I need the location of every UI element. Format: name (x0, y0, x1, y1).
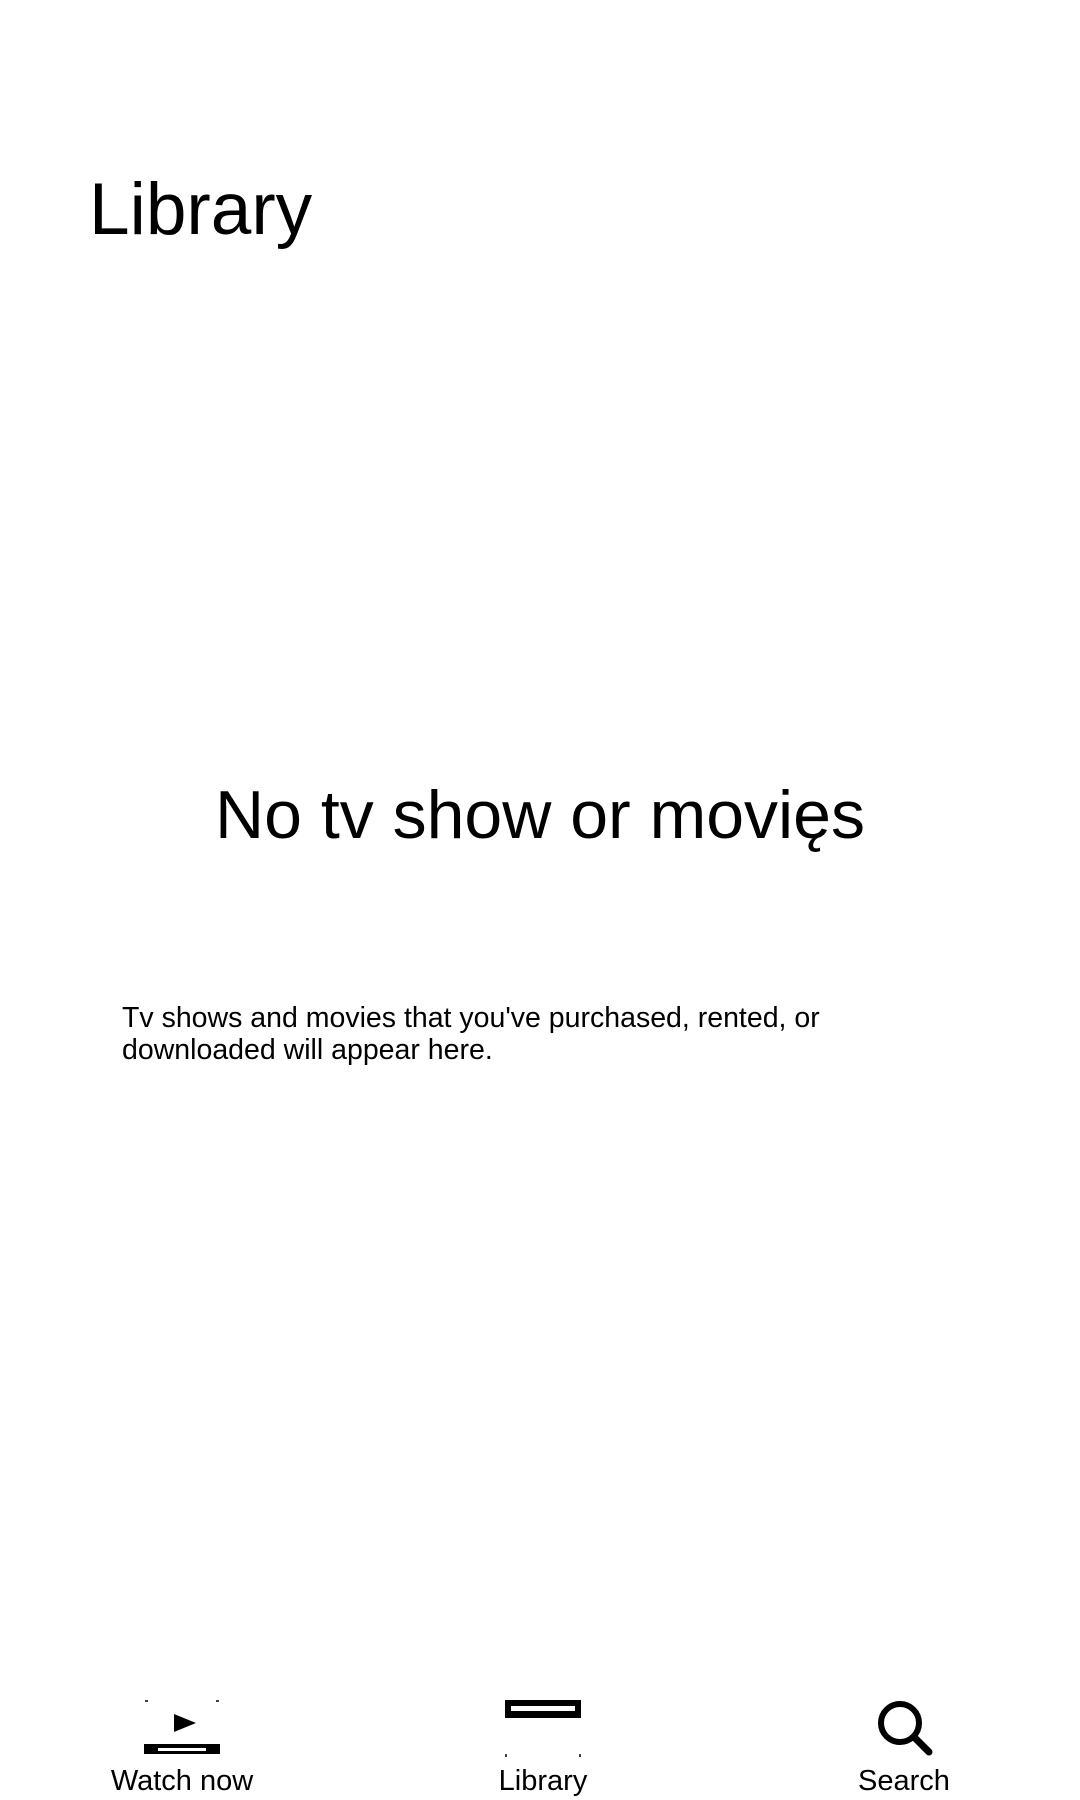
tab-search[interactable]: Search (804, 1690, 1004, 1800)
tab-search-label: Search (858, 1765, 950, 1797)
empty-state-description: Tv shows and movies that you've purchase… (122, 1002, 820, 1066)
library-icon (505, 1700, 581, 1758)
empty-state-title: No tv show or movięs (215, 777, 865, 853)
bottom-tab-bar: Watch now Library Search (0, 1690, 1080, 1800)
tab-library[interactable]: Library (443, 1690, 643, 1800)
page-title: Library (89, 169, 313, 250)
tab-watch-now[interactable]: Watch now (82, 1690, 282, 1800)
tab-library-label: Library (498, 1765, 588, 1797)
search-icon (866, 1700, 942, 1758)
play-icon (144, 1700, 220, 1758)
tab-watch-now-label: Watch now (110, 1765, 254, 1797)
